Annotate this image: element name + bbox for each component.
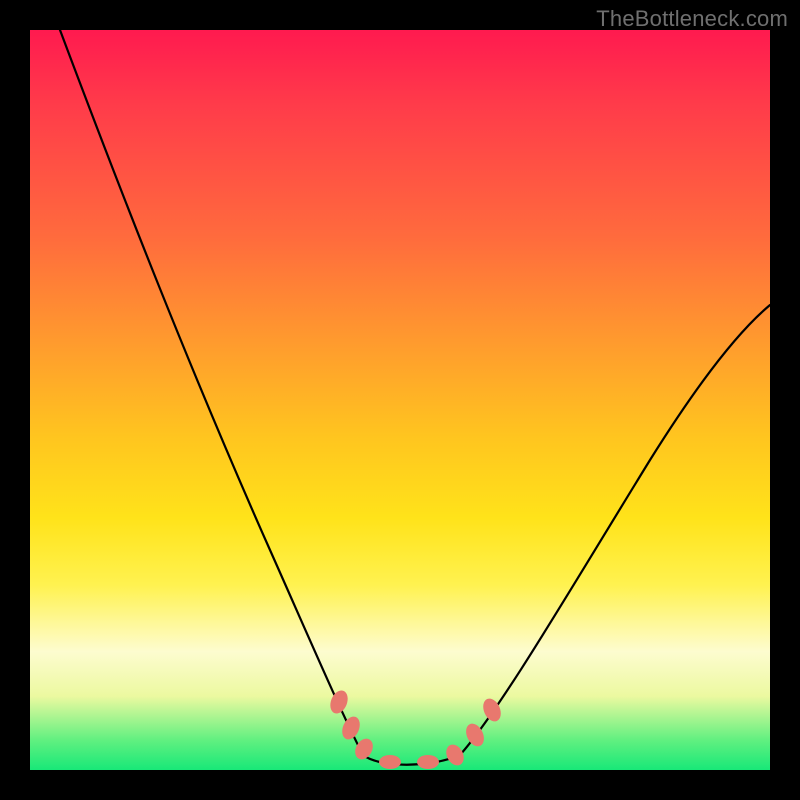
curve-right-branch [460, 305, 770, 755]
bottleneck-curve [30, 30, 770, 770]
valley-marker [379, 755, 401, 769]
curve-floor [363, 755, 460, 765]
valley-marker [339, 714, 363, 742]
valley-marker [443, 742, 467, 769]
valley-marker [417, 755, 439, 769]
watermark-text: TheBottleneck.com [596, 6, 788, 32]
chart-frame: TheBottleneck.com [0, 0, 800, 800]
curve-left-branch [60, 30, 363, 755]
chart-plot-area [30, 30, 770, 770]
valley-marker [327, 688, 351, 716]
